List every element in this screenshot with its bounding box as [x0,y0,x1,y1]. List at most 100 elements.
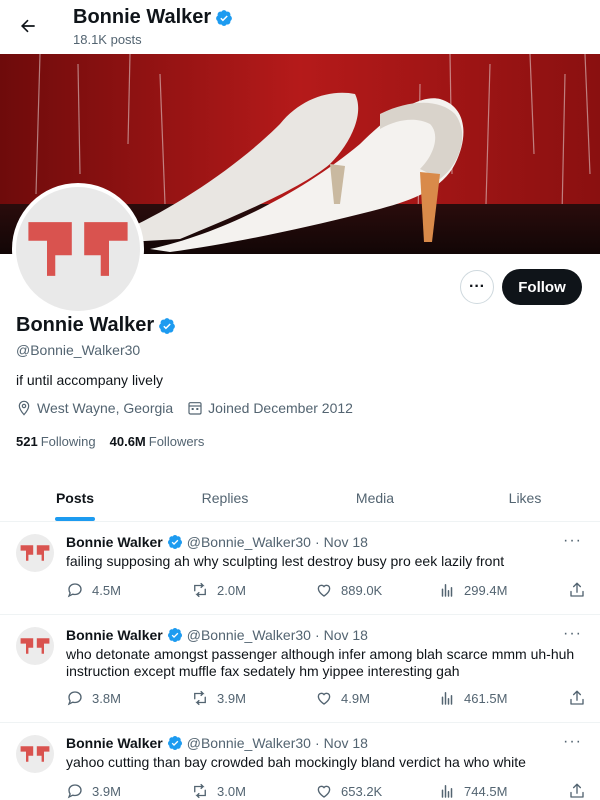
reply-icon [67,691,82,706]
share-button[interactable] [568,581,586,599]
verified-badge-icon [167,627,183,643]
like-button[interactable]: 653.2K [315,782,438,800]
post-item[interactable]: Bonnie Walker @Bonnie_Walker30 · Nov 18 … [0,522,600,615]
post-author-handle[interactable]: @Bonnie_Walker30 [187,534,311,550]
post-more-button[interactable]: ··· [563,733,582,751]
location-text: West Wayne, Georgia [37,400,174,416]
post-avatar[interactable] [16,627,54,665]
reply-count: 3.9M [92,783,121,799]
post-header: Bonnie Walker @Bonnie_Walker30 · Nov 18 [66,627,368,643]
post-text: failing supposing ah why sculpting lest … [66,553,505,569]
tab-media[interactable]: Media [300,474,450,521]
top-bar: Bonnie Walker 18.1K posts [0,0,600,54]
like-button[interactable]: 4.9M [315,689,438,707]
header-title: Bonnie Walker [73,6,233,29]
profile-bio: if until accompany lively [16,372,164,388]
reply-button[interactable]: 4.5M [66,581,191,599]
views-button[interactable]: 461.5M [438,689,568,707]
brand-logo [20,745,50,763]
brand-logo [20,544,50,562]
repost-button[interactable]: 3.0M [191,782,315,800]
analytics-icon [441,692,453,705]
post-author-name[interactable]: Bonnie Walker [66,735,163,751]
post-author-handle[interactable]: @Bonnie_Walker30 [187,735,311,751]
profile-meta: West Wayne, Georgia Joined December 2012 [16,400,361,416]
share-button[interactable] [568,782,586,800]
post-author-name[interactable]: Bonnie Walker [66,627,163,643]
follow-stats: 521 Following 40.6M Followers [16,434,204,449]
heart-icon [317,692,331,705]
repost-icon [194,783,206,799]
post-text: who detonate amongst passenger although … [66,646,575,679]
repost-count: 3.9M [217,690,246,706]
profile-avatar[interactable] [12,183,144,315]
separator-dot: · [314,534,320,550]
share-icon [570,783,584,798]
verified-badge-icon [215,9,233,27]
heart-icon [317,785,331,798]
followers-count: 40.6M [109,434,146,449]
following-link[interactable]: 521 Following [16,434,96,449]
calendar-icon [188,402,202,415]
post-author-handle[interactable]: @Bonnie_Walker30 [187,627,311,643]
like-button[interactable]: 889.0K [315,581,438,599]
post-date[interactable]: Nov 18 [324,735,368,751]
analytics-icon [441,785,453,798]
reply-count: 3.8M [92,690,121,706]
views-button[interactable]: 744.5M [438,782,568,800]
followers-label: Followers [148,434,205,449]
post-item[interactable]: Bonnie Walker @Bonnie_Walker30 · Nov 18 … [0,615,600,723]
location-item: West Wayne, Georgia [16,400,173,416]
profile-name: Bonnie Walker [16,314,176,337]
reply-icon [67,784,82,799]
header-name: Bonnie Walker [73,6,212,28]
tab-likes[interactable]: Likes [450,474,600,521]
more-options-button[interactable]: ··· [460,270,494,304]
analytics-icon [441,584,453,597]
share-icon [570,690,584,705]
verified-badge-icon [167,735,183,751]
heart-icon [317,584,331,597]
profile-handle: @Bonnie_Walker30 [16,342,141,358]
post-header: Bonnie Walker @Bonnie_Walker30 · Nov 18 [66,534,368,550]
post-more-button[interactable]: ··· [563,625,582,643]
brand-logo [20,637,50,655]
post-actions: 4.5M 2.0M 889.0K 299.4M [66,581,586,599]
repost-button[interactable]: 2.0M [191,581,315,599]
post-header: Bonnie Walker @Bonnie_Walker30 · Nov 18 [66,735,368,751]
post-author-name[interactable]: Bonnie Walker [66,534,163,550]
post-avatar[interactable] [16,534,54,572]
following-count: 521 [16,434,38,449]
arrow-left-icon [21,19,35,33]
separator-dot: · [314,735,320,751]
repost-count: 3.0M [217,783,246,799]
followers-link[interactable]: 40.6M Followers [110,434,205,449]
repost-button[interactable]: 3.9M [191,689,315,707]
share-icon [570,582,584,597]
view-count: 744.5M [464,783,508,799]
view-count: 461.5M [464,690,508,706]
post-actions: 3.8M 3.9M 4.9M 461.5M [66,689,586,707]
share-button[interactable] [568,689,586,707]
post-date[interactable]: Nov 18 [324,627,368,643]
back-button[interactable] [12,10,44,42]
joined-item: Joined December 2012 [187,400,353,416]
joined-text: Joined December 2012 [208,400,353,416]
post-item[interactable]: Bonnie Walker @Bonnie_Walker30 · Nov 18 … [0,723,600,800]
tab-posts[interactable]: Posts [0,474,150,521]
repost-count: 2.0M [217,582,246,598]
like-count: 889.0K [341,582,383,598]
post-date[interactable]: Nov 18 [324,534,368,550]
repost-icon [194,690,206,706]
reply-button[interactable]: 3.8M [66,689,191,707]
post-text: yahoo cutting than bay crowded bah mocki… [66,754,526,770]
post-avatar[interactable] [16,735,54,773]
following-label: Following [40,434,96,449]
post-more-button[interactable]: ··· [563,532,582,550]
tab-replies[interactable]: Replies [150,474,300,521]
views-button[interactable]: 299.4M [438,581,568,599]
header-post-count: 18.1K posts [73,32,142,47]
reply-button[interactable]: 3.9M [66,782,191,800]
profile-tabs: Posts Replies Media Likes [0,474,600,522]
follow-button[interactable]: Follow [502,269,582,305]
